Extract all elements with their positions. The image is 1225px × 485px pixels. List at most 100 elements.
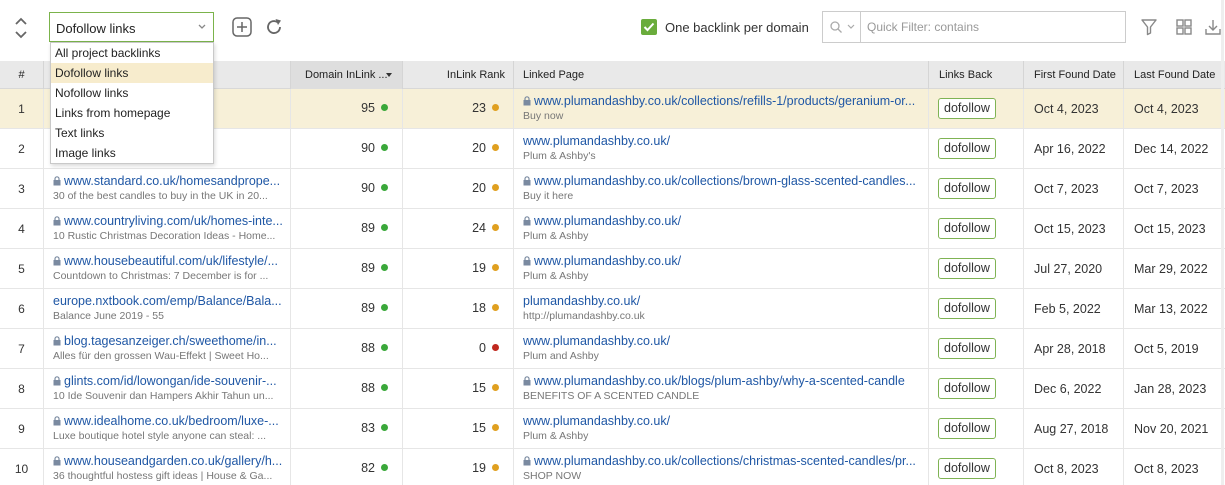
add-button[interactable]	[231, 16, 253, 38]
quick-filter-input[interactable]	[867, 19, 1117, 35]
grid-view-button[interactable]	[1173, 16, 1195, 38]
source-url-link[interactable]: www.houseandgarden.co.uk/gallery/h...	[53, 454, 282, 468]
col-header-links-back[interactable]: Links Back	[929, 61, 1024, 89]
inlink-rank-value: 23	[472, 101, 486, 115]
first-found-date: Feb 5, 2022	[1024, 289, 1124, 329]
one-per-domain-checkbox[interactable]	[641, 19, 657, 35]
linked-page-url: www.plumandashby.co.uk/	[523, 134, 671, 148]
menu-item-image-links[interactable]: Image links	[51, 143, 213, 163]
source-url: www.standard.co.uk/homesandprope...	[64, 174, 281, 188]
scrollbar-track[interactable]	[1221, 0, 1224, 485]
source-url: blog.tagesanzeiger.ch/sweethome/in...	[64, 334, 277, 348]
row-number: 7	[0, 329, 44, 369]
table-row[interactable]: 8 glints.com/id/lowongan/ide-souvenir-...…	[0, 369, 1225, 409]
domain-rank-value: 82	[361, 461, 375, 475]
last-found-date: Dec 14, 2022	[1134, 142, 1209, 156]
domain-inlink-rank: 83	[361, 421, 388, 435]
linked-page-cell: www.plumandashby.co.uk/collections/chris…	[514, 449, 929, 485]
linked-page-link[interactable]: plumandashby.co.uk/	[523, 294, 640, 308]
table-row[interactable]: 6 europe.nxtbook.com/emp/Balance/Bala... B…	[0, 289, 1225, 329]
menu-item-text-links[interactable]: Text links	[51, 123, 213, 143]
domain-inlink-rank-cell: 95	[291, 89, 403, 129]
source-url: www.housebeautiful.com/uk/lifestyle/...	[64, 254, 278, 268]
source-cell: glints.com/id/lowongan/ide-souvenir-... 1…	[44, 369, 291, 409]
links-back-badge: dofollow	[938, 298, 996, 319]
col-header-first-found[interactable]: First Found Date	[1024, 61, 1124, 89]
source-url-link[interactable]: glints.com/id/lowongan/ide-souvenir-...	[53, 374, 277, 388]
status-dot	[492, 104, 499, 111]
filter-search-dropdown[interactable]	[823, 12, 861, 42]
first-found-date: Oct 8, 2023	[1024, 449, 1124, 485]
menu-item-all-backlinks[interactable]: All project backlinks	[51, 43, 213, 63]
linked-page-link[interactable]: www.plumandashby.co.uk/	[523, 214, 681, 228]
linked-page-link[interactable]: www.plumandashby.co.uk/blogs/plum-ashby/…	[523, 374, 905, 388]
quick-filter	[822, 11, 1126, 43]
linked-page-title: SHOP NOW	[523, 470, 582, 482]
source-title: Luxe boutique hotel style anyone can ste…	[53, 430, 267, 442]
linked-page-url: www.plumandashby.co.uk/collections/brown…	[534, 174, 916, 188]
backlink-filter-select[interactable]: Dofollow links	[49, 12, 214, 42]
links-back-cell: dofollow	[929, 289, 1024, 329]
status-dot	[381, 184, 388, 191]
source-url-link[interactable]: www.countryliving.com/uk/homes-inte...	[53, 214, 283, 228]
source-url-link[interactable]: europe.nxtbook.com/emp/Balance/Bala...	[53, 294, 282, 308]
menu-item-nofollow[interactable]: Nofollow links	[51, 83, 213, 103]
linked-page-link[interactable]: www.plumandashby.co.uk/	[523, 334, 670, 348]
source-cell: www.standard.co.uk/homesandprope... 30 of…	[44, 169, 291, 209]
linked-page-title: Plum & Ashby	[523, 270, 589, 282]
linked-page-link[interactable]: www.plumandashby.co.uk/collections/chris…	[523, 454, 916, 468]
table-row[interactable]: 5 www.housebeautiful.com/uk/lifestyle/...…	[0, 249, 1225, 289]
domain-inlink-rank-cell: 90	[291, 169, 403, 209]
filter-button[interactable]	[1138, 16, 1160, 38]
links-back-badge: dofollow	[938, 338, 996, 359]
table-row[interactable]: 9 www.idealhome.co.uk/bedroom/luxe-... Lux…	[0, 409, 1225, 449]
col-header-domain-inlink-rank[interactable]: Domain InLink ...	[291, 61, 403, 89]
last-found-date: Oct 7, 2023	[1134, 182, 1199, 196]
linked-page-link[interactable]: www.plumandashby.co.uk/collections/refil…	[523, 94, 915, 108]
menu-item-homepage-links[interactable]: Links from homepage	[51, 103, 213, 123]
linked-page-url: www.plumandashby.co.uk/	[534, 254, 682, 268]
refresh-button[interactable]	[263, 16, 285, 38]
col-header-linked-page[interactable]: Linked Page	[514, 61, 929, 89]
one-per-domain-label: One backlink per domain	[665, 20, 809, 35]
status-dot	[381, 224, 388, 231]
lock-icon	[523, 96, 531, 106]
status-dot	[492, 384, 499, 391]
source-url-link[interactable]: blog.tagesanzeiger.ch/sweethome/in...	[53, 334, 277, 348]
linked-page-link[interactable]: www.plumandashby.co.uk/	[523, 134, 670, 148]
lock-icon	[523, 216, 531, 226]
linked-page-cell: www.plumandashby.co.uk/Plum & Ashby	[514, 209, 929, 249]
row-number: 4	[0, 209, 44, 249]
source-url-link[interactable]: www.standard.co.uk/homesandprope...	[53, 174, 280, 188]
linked-page-cell: www.plumandashby.co.uk/blogs/plum-ashby/…	[514, 369, 929, 409]
col-header-num[interactable]: #	[0, 61, 44, 89]
domain-inlink-rank-cell: 90	[291, 129, 403, 169]
status-dot	[492, 144, 499, 151]
last-found-date: Nov 20, 2021	[1134, 422, 1209, 436]
domain-inlink-rank: 89	[361, 261, 388, 275]
table-row[interactable]: 7 blog.tagesanzeiger.ch/sweethome/in... Al…	[0, 329, 1225, 369]
menu-item-dofollow[interactable]: Dofollow links	[51, 63, 213, 83]
linked-page-url: plumandashby.co.uk/	[523, 294, 641, 308]
inlink-rank-cell: 19	[403, 449, 514, 485]
last-found-date: Oct 15, 2023	[1134, 222, 1206, 236]
inlink-rank-value: 24	[472, 221, 486, 235]
expand-collapse-toggle[interactable]	[10, 14, 32, 42]
source-url: www.idealhome.co.uk/bedroom/luxe-...	[64, 414, 279, 428]
source-url-link[interactable]: www.housebeautiful.com/uk/lifestyle/...	[53, 254, 278, 268]
linked-page-link[interactable]: www.plumandashby.co.uk/	[523, 414, 670, 428]
linked-page-title: Plum and Ashby	[523, 350, 599, 362]
table-row[interactable]: 4 www.countryliving.com/uk/homes-inte... 1…	[0, 209, 1225, 249]
lock-icon	[53, 216, 61, 226]
linked-page-link[interactable]: www.plumandashby.co.uk/collections/brown…	[523, 174, 916, 188]
inlink-rank-cell: 20	[403, 169, 514, 209]
col-header-last-found[interactable]: Last Found Date	[1124, 61, 1225, 89]
first-found-date: Oct 4, 2023	[1024, 89, 1124, 129]
table-row[interactable]: 10 www.houseandgarden.co.uk/gallery/h... 3…	[0, 449, 1225, 485]
col-header-inlink-rank[interactable]: InLink Rank	[403, 61, 514, 89]
domain-inlink-rank: 82	[361, 461, 388, 475]
source-url-link[interactable]: www.idealhome.co.uk/bedroom/luxe-...	[53, 414, 279, 428]
linked-page-link[interactable]: www.plumandashby.co.uk/	[523, 254, 681, 268]
linked-page-cell: plumandashby.co.uk/http://plumandashby.c…	[514, 289, 929, 329]
table-row[interactable]: 3 www.standard.co.uk/homesandprope... 30 o…	[0, 169, 1225, 209]
